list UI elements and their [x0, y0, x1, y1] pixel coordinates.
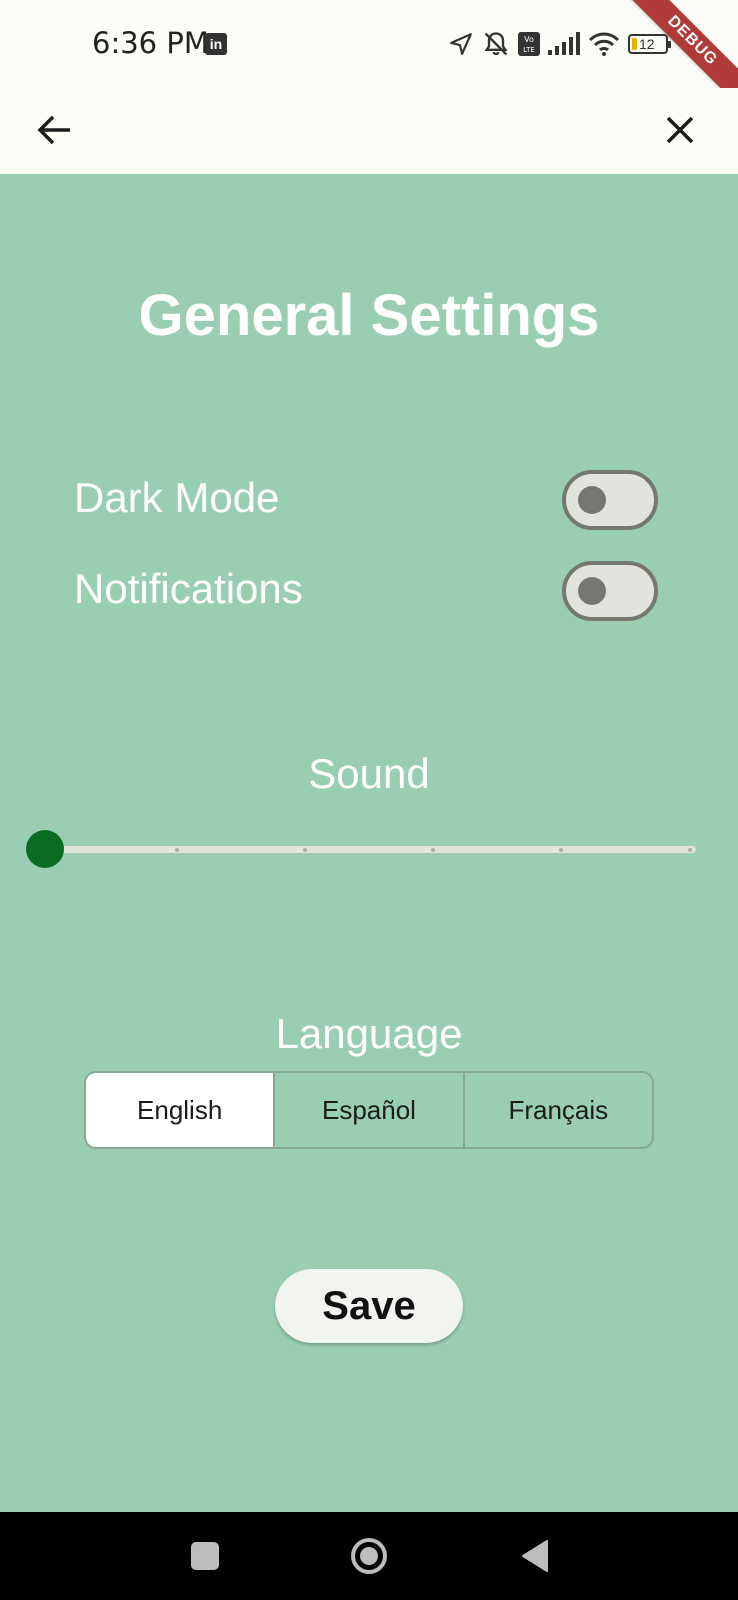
slider-tick: [175, 848, 179, 852]
switch-knob: [578, 486, 606, 514]
battery-fill: [632, 38, 637, 50]
notifications-label: Notifications: [74, 565, 303, 612]
close-icon: [666, 116, 694, 144]
status-bar: 6:36 PM in Vo LTE 12 DEBUG: [0, 0, 738, 114]
close-button[interactable]: [652, 102, 708, 158]
slider-thumb[interactable]: [26, 830, 64, 868]
sound-slider[interactable]: [26, 830, 696, 870]
status-time: 6:36 PM: [92, 26, 209, 60]
language-selector: English Español Français: [84, 1071, 654, 1149]
linkedin-icon: in: [205, 33, 227, 55]
switch-knob: [578, 577, 606, 605]
signal-icon: [548, 32, 580, 55]
svg-text:Vo: Vo: [524, 35, 534, 44]
notifications-row: Notifications: [74, 561, 658, 621]
recents-square-icon[interactable]: [191, 1542, 219, 1570]
volte-icon: Vo LTE: [518, 32, 540, 56]
save-button[interactable]: Save: [275, 1269, 463, 1343]
wifi-icon: [588, 32, 620, 56]
battery-icon: 12: [628, 34, 671, 54]
slider-tick: [559, 848, 563, 852]
slider-tick: [431, 848, 435, 852]
back-triangle-icon[interactable]: [519, 1539, 549, 1573]
battery-level: 12: [639, 36, 655, 52]
dark-mode-label: Dark Mode: [74, 474, 280, 521]
back-button[interactable]: [30, 102, 86, 158]
home-circle-icon[interactable]: [350, 1537, 388, 1575]
arrow-back-icon: [37, 115, 70, 145]
app-bar: [0, 88, 738, 174]
notifications-off-icon: [484, 32, 508, 56]
slider-tick: [688, 848, 692, 852]
language-option-francais[interactable]: Français: [462, 1073, 652, 1147]
slider-track: [46, 846, 696, 853]
sound-label: Sound: [308, 750, 430, 797]
svg-text:LTE: LTE: [523, 46, 535, 54]
notifications-switch[interactable]: [562, 561, 658, 621]
system-nav-bar: [0, 1512, 738, 1600]
language-option-espanol[interactable]: Español: [273, 1073, 462, 1147]
language-option-english[interactable]: English: [86, 1073, 274, 1147]
language-label: Language: [275, 1010, 463, 1057]
status-icons: Vo LTE 12: [448, 28, 671, 60]
page-title: General Settings: [138, 283, 600, 348]
location-arrow-icon: [450, 33, 472, 55]
battery-tip: [668, 41, 671, 48]
dark-mode-row: Dark Mode: [74, 470, 658, 530]
slider-tick: [303, 848, 307, 852]
dark-mode-switch[interactable]: [562, 470, 658, 530]
